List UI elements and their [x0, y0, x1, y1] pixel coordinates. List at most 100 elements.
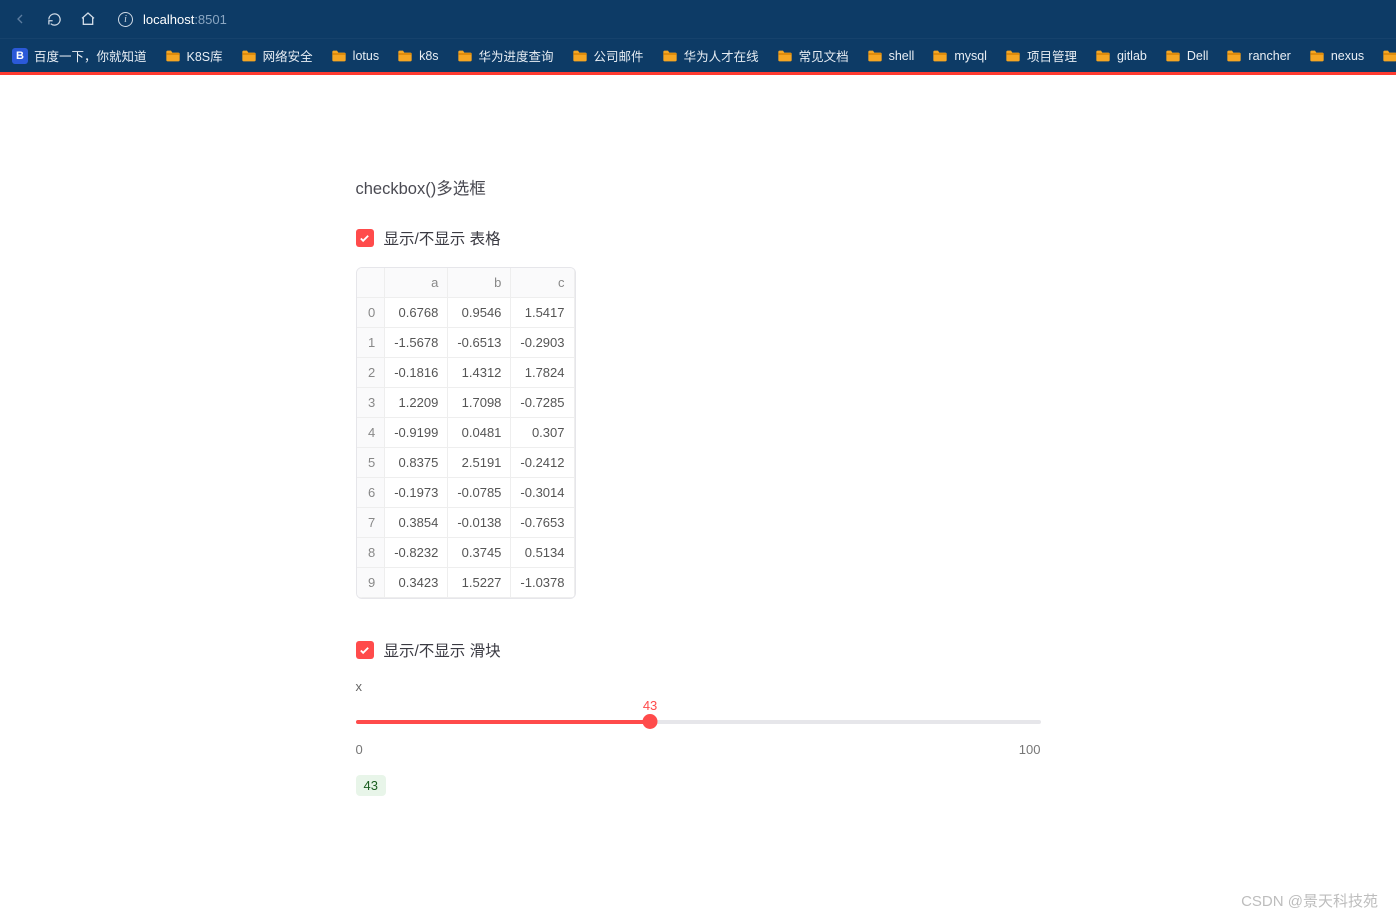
folder-icon [1095, 49, 1111, 63]
bookmark-item[interactable]: gitlab [1095, 49, 1147, 63]
slider[interactable]: 43 [356, 704, 1041, 734]
bookmark-item[interactable]: shell [867, 49, 915, 63]
bookmark-item[interactable]: 公司邮件 [572, 46, 644, 65]
browser-toolbar: i localhost:8501 [0, 0, 1396, 38]
cell: -0.6513 [448, 328, 511, 358]
cell: -1.5678 [385, 328, 448, 358]
bookmark-item[interactable]: 网络安全 [241, 46, 313, 65]
cell: 0.307 [511, 418, 574, 448]
bookmark-label: k8s [419, 49, 438, 63]
bookmark-label: nexus [1331, 49, 1364, 63]
refresh-icon[interactable] [44, 9, 64, 29]
data-table[interactable]: abc00.67680.95461.54171-1.5678-0.6513-0.… [356, 267, 576, 599]
folder-icon [572, 49, 588, 63]
cell: -0.0785 [448, 478, 511, 508]
cell: 1 [357, 328, 385, 358]
checkbox-show-slider[interactable]: 显示/不显示 滑块 [356, 639, 1041, 661]
bookmark-label: gitlab [1117, 49, 1147, 63]
cell: -0.2903 [511, 328, 574, 358]
home-icon[interactable] [78, 9, 98, 29]
checkbox-icon[interactable] [356, 229, 374, 247]
folder-icon [331, 49, 347, 63]
column-header[interactable]: c [511, 268, 574, 298]
bookmark-label: 项目管理 [1027, 46, 1077, 65]
cell: -0.1973 [385, 478, 448, 508]
slider-max: 100 [1019, 742, 1041, 757]
table-row[interactable]: 4-0.91990.04810.307 [357, 418, 575, 448]
checkbox-icon[interactable] [356, 641, 374, 659]
table-row[interactable]: 6-0.1973-0.0785-0.3014 [357, 478, 575, 508]
cell: 0.3854 [385, 508, 448, 538]
folder-icon [1226, 49, 1242, 63]
table-row[interactable]: 8-0.82320.37450.5134 [357, 538, 575, 568]
cell: 0.5134 [511, 538, 574, 568]
cell: -0.0138 [448, 508, 511, 538]
column-header[interactable]: a [385, 268, 448, 298]
url-bar[interactable]: i localhost:8501 [118, 12, 227, 27]
bookmark-item[interactable]: 华为人才在线 [662, 46, 759, 65]
cell: 1.2209 [385, 388, 448, 418]
bookmark-label: shell [889, 49, 915, 63]
checkbox-show-table[interactable]: 显示/不显示 表格 [356, 227, 1041, 249]
cell: -0.7653 [511, 508, 574, 538]
bookmark-item[interactable]: 华为进度查询 [457, 46, 554, 65]
column-header[interactable] [357, 268, 385, 298]
bookmark-label: Dell [1187, 49, 1209, 63]
bookmark-item[interactable]: Dell [1165, 49, 1209, 63]
cell: 0 [357, 298, 385, 328]
table-row[interactable]: 00.67680.95461.5417 [357, 298, 575, 328]
back-icon[interactable] [10, 9, 30, 29]
folder-icon [241, 49, 257, 63]
folder-icon [457, 49, 473, 63]
folder-icon [1165, 49, 1181, 63]
bookmark-label: lotus [353, 49, 379, 63]
bookmark-label: 常见文档 [799, 46, 849, 65]
table-row[interactable]: 50.83752.5191-0.2412 [357, 448, 575, 478]
bookmark-item[interactable]: 项目管理 [1005, 46, 1077, 65]
cell: 3 [357, 388, 385, 418]
table-row[interactable]: 90.34231.5227-1.0378 [357, 568, 575, 598]
cell: 0.3745 [448, 538, 511, 568]
table-row[interactable]: 2-0.18161.43121.7824 [357, 358, 575, 388]
cell: -0.7285 [511, 388, 574, 418]
watermark: CSDN @景天科技苑 [1241, 890, 1378, 911]
table-row[interactable]: 1-1.5678-0.6513-0.2903 [357, 328, 575, 358]
bookmark-item[interactable]: k8s [397, 49, 438, 63]
bookmark-label: rancher [1248, 49, 1290, 63]
cell: 0.9546 [448, 298, 511, 328]
site-info-icon[interactable]: i [118, 12, 133, 27]
slider-value-label: 43 [643, 698, 657, 713]
bookmark-item[interactable]: 常见文档 [777, 46, 849, 65]
slider-min: 0 [356, 742, 363, 757]
table-row[interactable]: 70.3854-0.0138-0.7653 [357, 508, 575, 538]
bookmark-item[interactable]: lotus [331, 49, 379, 63]
bookmark-item[interactable]: mysql [932, 49, 987, 63]
folder-icon [397, 49, 413, 63]
folder-icon [165, 49, 181, 63]
bookmark-label: 华为人才在线 [684, 46, 759, 65]
bookmark-item[interactable]: K8S库 [165, 46, 223, 65]
slider-range: 0 100 [356, 742, 1041, 757]
cell: 1.5227 [448, 568, 511, 598]
bookmark-item[interactable]: B百度一下，你就知道 [12, 46, 147, 65]
column-header[interactable]: b [448, 268, 511, 298]
slider-thumb[interactable] [643, 714, 658, 729]
cell: 9 [357, 568, 385, 598]
bookmark-label: 公司邮件 [594, 46, 644, 65]
bookmark-item[interactable]: nexus [1309, 49, 1364, 63]
folder-icon [867, 49, 883, 63]
cell: 6 [357, 478, 385, 508]
table-row[interactable]: 31.22091.7098-0.7285 [357, 388, 575, 418]
bookmark-item[interactable]: rancher [1226, 49, 1290, 63]
bookmark-item[interactable]: 公司 [1382, 46, 1396, 65]
bookmark-label: 网络安全 [263, 46, 313, 65]
bookmarks-bar: B百度一下，你就知道 K8S库 网络安全 lotus k8s 华为进度查询 公司邮件 华为人才… [0, 38, 1396, 72]
page-body: checkbox()多选框 显示/不显示 表格 abc00.67680.9546… [0, 75, 1396, 796]
cell: 1.7824 [511, 358, 574, 388]
bookmark-label: mysql [954, 49, 987, 63]
bookmark-label: K8S库 [187, 46, 223, 65]
site-icon: B [12, 48, 28, 64]
folder-icon [1382, 49, 1396, 63]
checkbox-label: 显示/不显示 表格 [384, 227, 501, 249]
folder-icon [932, 49, 948, 63]
